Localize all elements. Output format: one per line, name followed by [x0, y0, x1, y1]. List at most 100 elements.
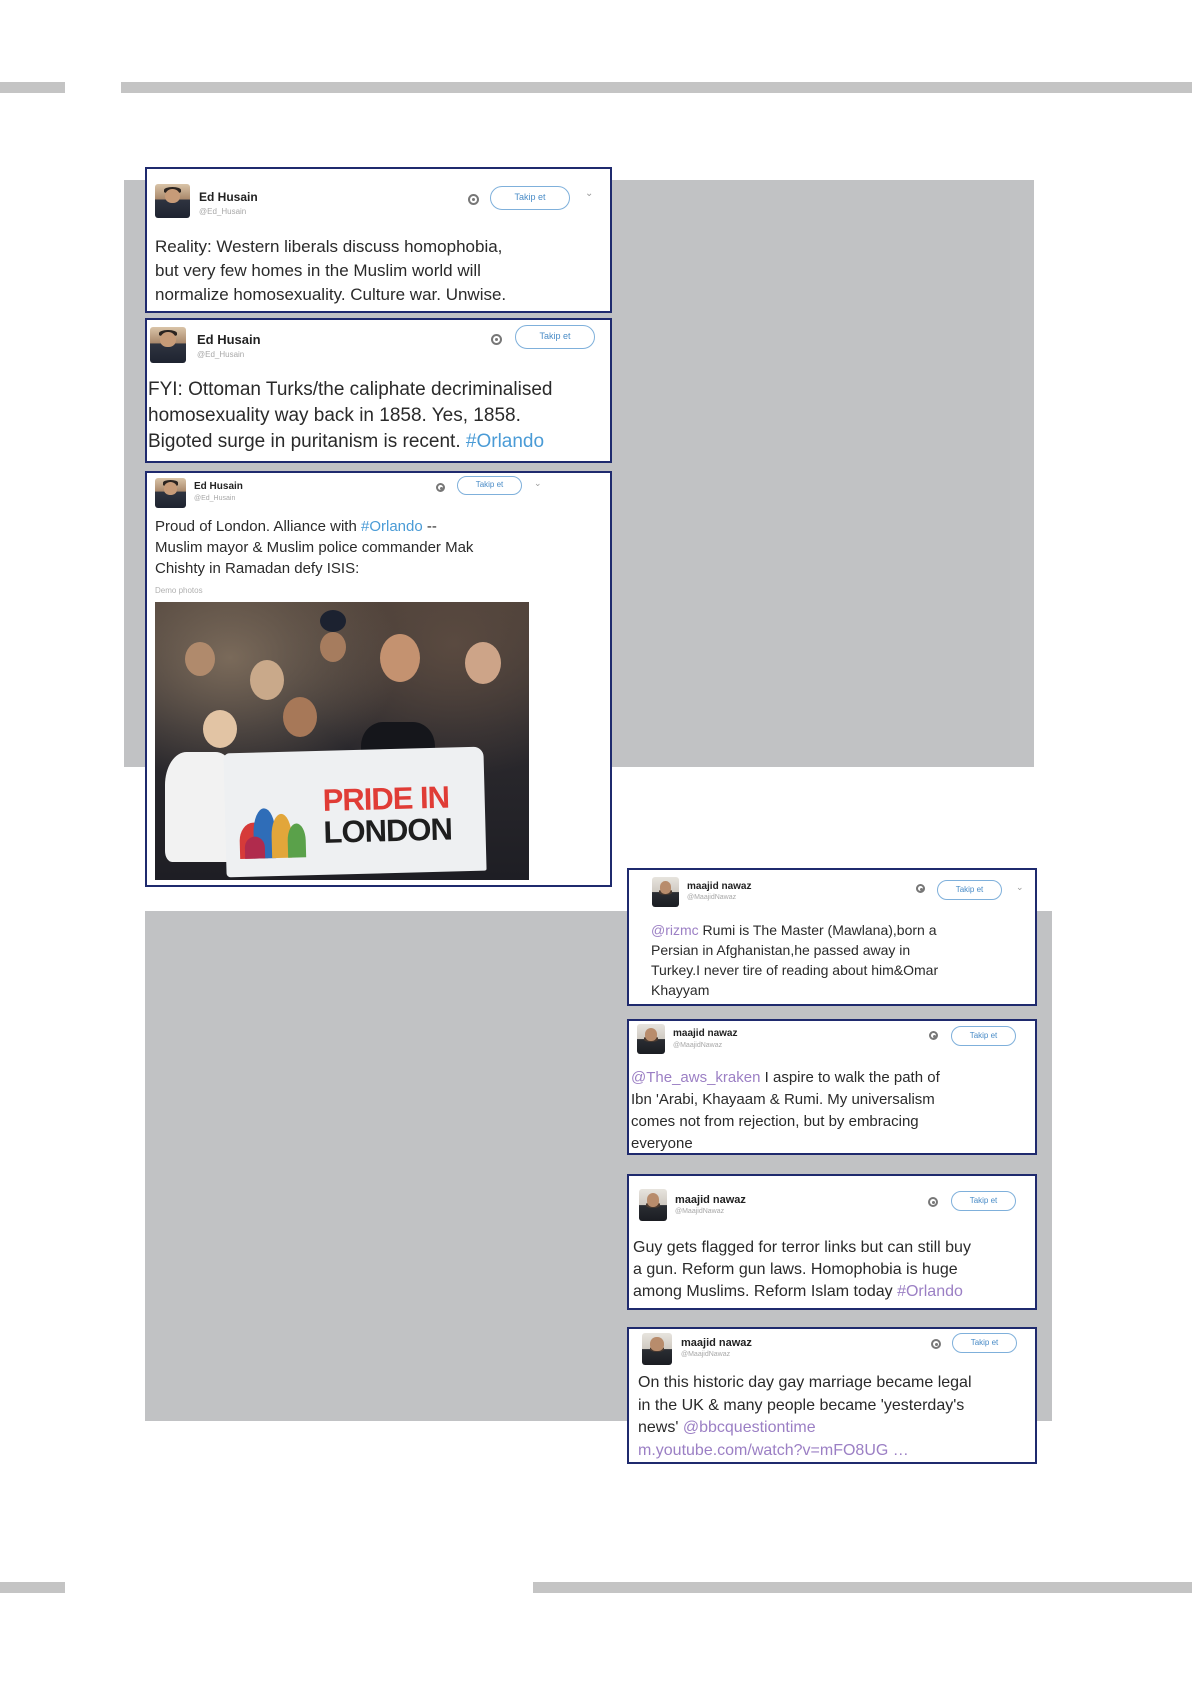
avatar[interactable] [155, 478, 186, 508]
follow-button[interactable]: Takip et [951, 1026, 1016, 1046]
tweet-text-segment: Khayyam [651, 982, 710, 998]
tweet-author-name[interactable]: maajid nawaz [687, 881, 751, 892]
tweet-text-line: but very few homes in the Muslim world w… [155, 259, 506, 283]
photo-meta: Demo photos [155, 586, 203, 595]
mention-link[interactable]: @rizmc [651, 922, 699, 938]
tweet-text-segment: in the UK & many people became 'yesterda… [638, 1396, 965, 1414]
tweet-text-segment: -- [422, 518, 437, 535]
top-rule-left [0, 82, 65, 93]
tweet-text-segment: Turkey.I never tire of reading about him… [651, 962, 939, 978]
tweet-text-line: Khayyam [651, 980, 938, 1000]
gear-icon[interactable] [491, 334, 502, 345]
tweet-text: Guy gets flagged for terror links but ca… [633, 1237, 971, 1303]
tweet-text-line: comes not from rejection, but by embraci… [631, 1111, 940, 1133]
gear-icon[interactable] [436, 483, 445, 492]
pride-logo-icon [238, 777, 320, 860]
crowd-figure [320, 632, 346, 662]
chevron-down-icon[interactable]: ⌄ [585, 188, 593, 199]
tweet-card: Ed Husain @Ed_Husain Takip et ⌄ Reality:… [145, 167, 612, 313]
gear-icon[interactable] [929, 1031, 938, 1040]
tweet-text: On this historic day gay marriage became… [638, 1372, 972, 1462]
tweet-text-line: @rizmc Rumi is The Master (Mawlana),born… [651, 920, 938, 940]
crowd-figure [380, 634, 420, 682]
mention-link[interactable]: @The_aws_kraken [631, 1069, 760, 1086]
tweet-text-segment: Guy gets flagged for terror links but ca… [633, 1239, 971, 1256]
gear-icon[interactable] [928, 1197, 938, 1207]
tweet-author-name[interactable]: maajid nawaz [673, 1028, 737, 1039]
avatar[interactable] [652, 877, 679, 907]
tweet-text-line: in the UK & many people became 'yesterda… [638, 1395, 972, 1418]
bottom-rule-right [533, 1582, 1192, 1593]
tweet-card: maajid nawaz @MaajidNawaz Takip et Guy g… [627, 1174, 1037, 1310]
avatar[interactable] [150, 327, 186, 363]
mention-link[interactable]: … [888, 1442, 909, 1459]
tweet-author-handle[interactable]: @Ed_Husain [199, 207, 246, 216]
follow-button[interactable]: Takip et [457, 476, 522, 495]
bottom-rule-left [0, 1582, 65, 1593]
crowd-figure [250, 660, 284, 700]
avatar[interactable] [642, 1333, 672, 1365]
tweet-text-line: m.youtube.com/watch?v=mFO8UG … [638, 1440, 972, 1463]
tweet-text-segment: but very few homes in the Muslim world w… [155, 261, 481, 280]
tweet-text-segment: Reality: Western liberals discuss homoph… [155, 237, 503, 256]
tweet-author-handle[interactable]: @MaajidNawaz [681, 1351, 730, 1358]
hashtag-link[interactable]: #Orlando [361, 518, 423, 535]
tweet-author-handle[interactable]: @MaajidNawaz [687, 894, 736, 901]
tweet-text-segment: On this historic day gay marriage became… [638, 1374, 972, 1391]
tweet-author-name[interactable]: maajid nawaz [681, 1337, 752, 1349]
tweet-author-name[interactable]: maajid nawaz [675, 1194, 746, 1206]
tweet-author-name[interactable]: Ed Husain [199, 190, 258, 204]
crowd-figure [320, 610, 346, 632]
tweet-author-handle[interactable]: @Ed_Husain [197, 350, 244, 359]
tweet-text-segment: normalize homosexuality. Culture war. Un… [155, 285, 507, 304]
mention-link[interactable]: @bbcquestiontime [683, 1419, 816, 1436]
top-rule-right [121, 82, 1192, 93]
tweet-text-segment: Proud of London. Alliance with [155, 518, 361, 535]
mention-link[interactable]: m.youtube.com/watch?v=mFO8UG [638, 1442, 888, 1459]
tweet-text-segment: Chishty in Ramadan defy ISIS: [155, 560, 360, 577]
tweet-author-name[interactable]: Ed Husain [194, 481, 243, 492]
chevron-down-icon[interactable]: ⌄ [1016, 882, 1024, 893]
gear-icon[interactable] [468, 194, 479, 205]
tweet-text-line: On this historic day gay marriage became… [638, 1372, 972, 1395]
crowd-figure [185, 642, 215, 676]
crowd-figure [283, 697, 317, 737]
avatar[interactable] [155, 184, 190, 218]
tweet-card: maajid nawaz @MaajidNawaz Takip et On th… [627, 1327, 1037, 1464]
tweet-text-segment: everyone [631, 1135, 693, 1152]
gear-icon[interactable] [931, 1339, 941, 1349]
follow-button[interactable]: Takip et [952, 1333, 1017, 1353]
tweet-author-handle[interactable]: @Ed_Husain [194, 495, 235, 502]
tweet-card: Ed Husain @Ed_Husain Takip et ⌄ Proud of… [145, 471, 612, 887]
tweet-text-line: everyone [631, 1133, 940, 1153]
chevron-down-icon[interactable]: ⌄ [534, 478, 542, 489]
mention-link[interactable]: #Orlando [897, 1283, 963, 1300]
tweet-text-segment: Bigoted surge in puritanism is recent. [148, 431, 466, 452]
follow-button[interactable]: Takip et [515, 325, 595, 349]
tweet-author-name[interactable]: Ed Husain [197, 332, 261, 347]
tweet-text-line: Bigoted surge in puritanism is recent. #… [148, 429, 552, 455]
tweet-card: Ed Husain @Ed_Husain Takip et FYI: Ottom… [145, 318, 612, 463]
tweet-photo[interactable]: PRIDE IN LONDON [155, 602, 529, 880]
hashtag-link[interactable]: #Orlando [466, 431, 544, 452]
tweet-text-segment: a gun. Reform gun laws. Homophobia is hu… [633, 1261, 958, 1278]
tweet-text-line: Chishty in Ramadan defy ISIS: [155, 558, 473, 579]
avatar[interactable] [637, 1024, 665, 1054]
tweet-text-segment: among Muslims. Reform Islam today [633, 1283, 898, 1300]
tweet-author-handle[interactable]: @MaajidNawaz [675, 1208, 724, 1215]
tweet-text-line: Guy gets flagged for terror links but ca… [633, 1237, 971, 1259]
tweet-text-line: FYI: Ottoman Turks/the caliphate decrimi… [148, 377, 552, 403]
follow-button[interactable]: Takip et [951, 1191, 1016, 1211]
tweet-author-handle[interactable]: @MaajidNawaz [673, 1042, 722, 1049]
avatar[interactable] [639, 1189, 667, 1221]
follow-button[interactable]: Takip et [937, 880, 1002, 900]
tweet-text-segment: FYI: Ottoman Turks/the caliphate decrimi… [148, 379, 553, 400]
tweet-text-line: Muslim mayor & Muslim police commander M… [155, 537, 473, 558]
follow-button[interactable]: Takip et [490, 186, 570, 210]
tweet-card: maajid nawaz @MaajidNawaz Takip et ⌄ @ri… [627, 868, 1037, 1006]
tweet-card: maajid nawaz @MaajidNawaz Takip et @The_… [627, 1019, 1037, 1155]
tweet-text: Reality: Western liberals discuss homoph… [155, 235, 506, 307]
tweet-text-segment: news' [638, 1419, 683, 1436]
tweet-text-segment: Rumi is The Master (Mawlana),born a [698, 922, 937, 938]
gear-icon[interactable] [916, 884, 925, 893]
